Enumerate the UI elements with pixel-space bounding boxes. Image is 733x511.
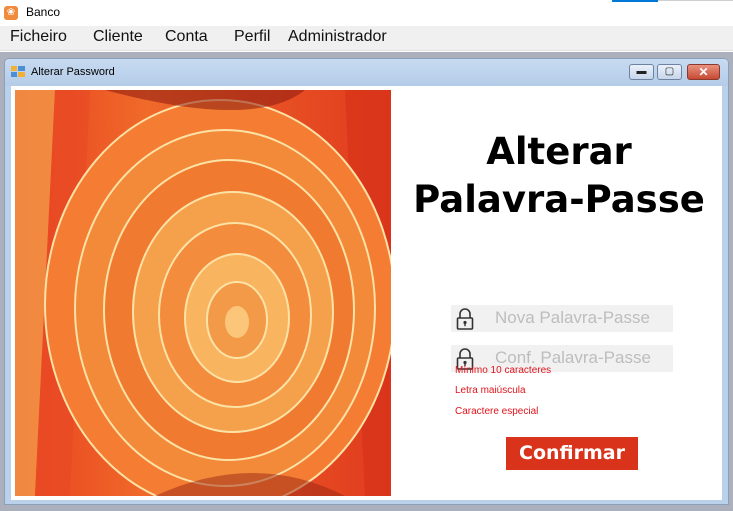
page-title: Alterar Palavra-Passe (399, 128, 719, 224)
window-icon (11, 66, 25, 77)
mdi-client-area: Alterar Password ▬ ▢ ✕ Alterar Palavra-P… (0, 52, 733, 511)
minimize-icon: ▬ (636, 66, 647, 77)
window-title: Alterar Password (31, 66, 115, 78)
menu-administrador[interactable]: Administrador (288, 28, 387, 46)
rule-uppercase: Letra maiúscula (455, 385, 526, 396)
new-password-field[interactable]: Nova Palavra-Passe (451, 305, 673, 332)
lock-icon (456, 308, 474, 330)
alterar-password-window: Alterar Password ▬ ▢ ✕ Alterar Palavra-P… (4, 58, 729, 505)
titlebar-accent-line (612, 0, 658, 2)
menu-conta[interactable]: Conta (165, 28, 208, 46)
window-content: Alterar Palavra-Passe Nova Palavra-Passe (11, 86, 722, 500)
rule-min-length: Mínimo 10 caracteres (455, 365, 552, 376)
swirl-artwork-image (15, 90, 391, 496)
page-title-line2: Palavra-Passe (413, 178, 705, 221)
confirm-button[interactable]: Confirmar (506, 437, 638, 470)
maximize-button[interactable]: ▢ (657, 64, 682, 80)
window-titlebar[interactable]: Alterar Password ▬ ▢ ✕ (5, 59, 728, 86)
menu-perfil[interactable]: Perfil (234, 28, 270, 46)
page-title-line1: Alterar (486, 130, 632, 173)
close-icon: ✕ (698, 65, 709, 79)
menu-bar: Ficheiro Cliente Conta Perfil Administra… (0, 26, 733, 51)
rule-special-char: Caractere especial (455, 406, 539, 417)
minimize-button[interactable]: ▬ (629, 64, 654, 80)
maximize-icon: ▢ (664, 66, 675, 77)
app-icon: ❀ (4, 6, 18, 20)
app-title: Banco (26, 5, 61, 19)
new-password-input[interactable]: Nova Palavra-Passe (495, 308, 650, 328)
close-button[interactable]: ✕ (687, 64, 720, 80)
app-titlebar: ❀ Banco (0, 0, 733, 26)
menu-cliente[interactable]: Cliente (93, 28, 143, 46)
menu-ficheiro[interactable]: Ficheiro (10, 28, 67, 46)
titlebar-divider (658, 0, 733, 1)
